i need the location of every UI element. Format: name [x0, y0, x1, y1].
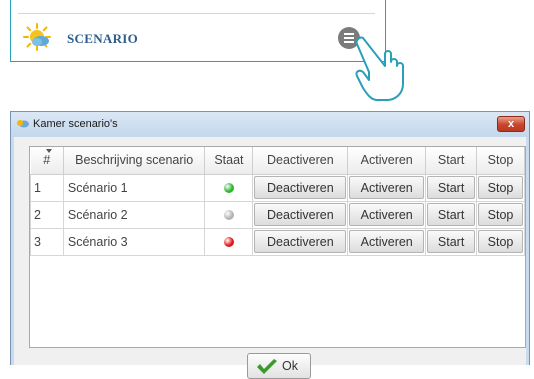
row-number: 1 [30, 173, 64, 202]
row-number: 3 [30, 227, 64, 256]
scenario-table: # Beschrijving scenario Staat Deactivere… [29, 146, 526, 348]
sun-cloud-icon [23, 23, 51, 51]
row-description: Scénario 3 [62, 227, 206, 256]
ok-label: Ok [282, 359, 298, 373]
checkmark-icon [257, 359, 277, 374]
activate-button[interactable]: Activeren [349, 203, 425, 226]
row-description: Scénario 1 [62, 173, 206, 202]
deactivate-button[interactable]: Deactiveren [254, 203, 347, 226]
column-header-description[interactable]: Beschrijving scenario [63, 147, 206, 175]
table-row[interactable]: 1 Scénario 1 Deactiveren Activeren Start… [30, 173, 525, 202]
close-button[interactable]: x [497, 116, 525, 132]
deactivate-button[interactable]: Deactiveren [254, 176, 347, 199]
table-row[interactable]: 2 Scénario 2 Deactiveren Activeren Start… [30, 200, 525, 229]
scenario-dialog: Kamer scenario's x # Beschrijving scenar… [10, 111, 530, 379]
stop-button[interactable]: Stop [478, 230, 523, 253]
dialog-title: Kamer scenario's [33, 118, 118, 130]
stop-button[interactable]: Stop [478, 176, 523, 199]
ok-button[interactable]: Ok [247, 353, 311, 379]
activate-button[interactable]: Activeren [349, 176, 425, 199]
row-state [204, 227, 254, 256]
start-button[interactable]: Start [427, 203, 476, 226]
status-led-icon [223, 237, 234, 248]
row-state [204, 173, 254, 202]
activate-button[interactable]: Activeren [349, 230, 425, 253]
status-led-icon [223, 210, 234, 221]
column-header-state[interactable]: Staat [204, 147, 254, 175]
row-state [204, 200, 254, 229]
table-row[interactable]: 3 Scénario 3 Deactiveren Activeren Start… [30, 227, 525, 256]
deactivate-button[interactable]: Deactiveren [254, 230, 347, 253]
app-icon [17, 120, 29, 128]
column-header-stop[interactable]: Stop [476, 147, 525, 175]
column-header-activate[interactable]: Activeren [347, 147, 427, 175]
dialog-body: # Beschrijving scenario Staat Deactivere… [14, 137, 526, 379]
row-description: Scénario 2 [62, 200, 206, 229]
dialog-titlebar: Kamer scenario's x [11, 112, 529, 137]
hand-pointer-icon [355, 36, 404, 101]
sort-indicator-icon [45, 149, 52, 153]
column-header-deactivate[interactable]: Deactiveren [252, 147, 349, 175]
stop-button[interactable]: Stop [478, 203, 523, 226]
start-button[interactable]: Start [427, 230, 476, 253]
status-led-icon [223, 183, 234, 194]
scenario-widget: SCENARIO [10, 0, 386, 62]
column-header-start[interactable]: Start [425, 147, 478, 175]
start-button[interactable]: Start [427, 176, 476, 199]
widget-title: SCENARIO [67, 31, 139, 46]
column-header-number[interactable]: # [30, 147, 64, 175]
table-header: # Beschrijving scenario Staat Deactivere… [30, 147, 525, 175]
divider [18, 13, 375, 14]
row-number: 2 [30, 200, 64, 229]
